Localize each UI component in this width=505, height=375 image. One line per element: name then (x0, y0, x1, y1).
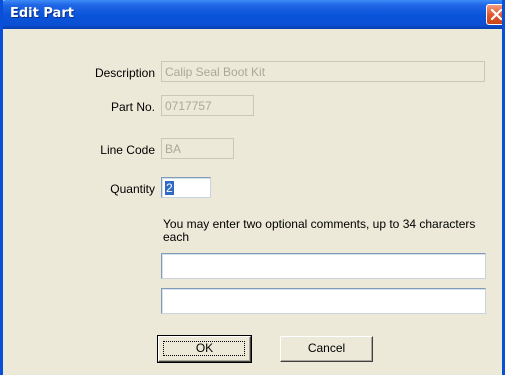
comment-2-input[interactable] (161, 288, 486, 314)
ok-button-label: OK (195, 341, 214, 355)
line-code-label: Line Code (100, 143, 155, 157)
cancel-button[interactable]: Cancel (280, 336, 373, 362)
close-button[interactable] (486, 4, 502, 25)
window-title: Edit Part (10, 6, 74, 21)
comments-instructions: You may enter two optional comments, up … (163, 217, 476, 244)
description-field: Calip Seal Boot Kit (161, 61, 485, 82)
part-no-label: Part No. (110, 100, 155, 114)
edit-part-dialog: Edit Part Description Calip Seal Boot Ki… (0, 0, 505, 375)
quantity-label: Quantity (110, 182, 155, 196)
cancel-button-label: Cancel (307, 341, 346, 355)
quantity-value: 2 (165, 181, 174, 195)
title-bar[interactable]: Edit Part (3, 0, 502, 29)
part-no-field: 0717757 (161, 95, 254, 116)
line-code-field: BA (161, 138, 234, 159)
comment-1-input[interactable] (161, 253, 486, 279)
ok-button[interactable]: OK (157, 335, 252, 363)
close-icon (490, 8, 502, 21)
quantity-field[interactable]: 2 (161, 177, 211, 198)
description-label: Description (94, 66, 155, 80)
